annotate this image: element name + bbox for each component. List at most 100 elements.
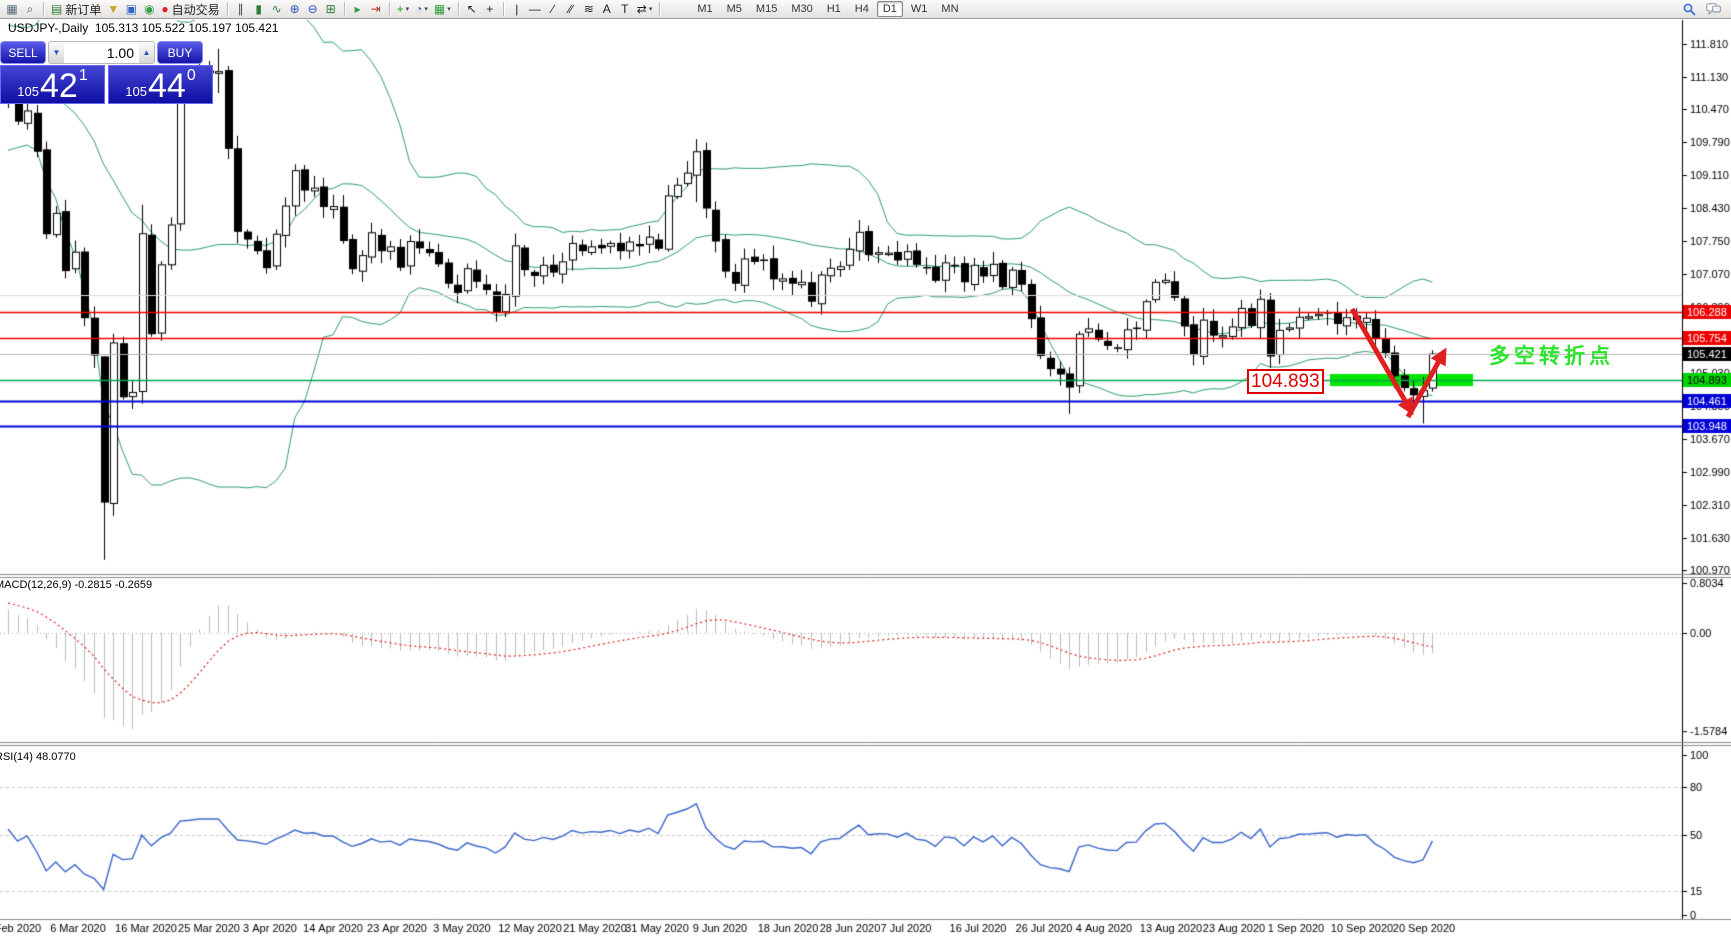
volume-input[interactable] [64, 42, 139, 63]
symbol-ohlc: 105.313 105.522 105.197 105.421 [94, 21, 279, 35]
auto-scroll-icon[interactable]: ▸ [349, 1, 367, 18]
text-icon: A [602, 2, 611, 16]
timeframe-d1[interactable]: D1 [876, 1, 903, 17]
toolbar-separator [343, 2, 345, 16]
symbol-header: USDJPY-,Daily 105.313 105.522 105.197 10… [8, 21, 278, 35]
toolbar-separator [226, 2, 228, 16]
zoom-in-icon: ⊕ [289, 2, 300, 16]
chevron-down-icon: ▾ [648, 6, 653, 13]
toolbar-items: ▦ ⌕ ▤ 新订单 ▼ ▣ ◉ ● 自动交易 ∥ ▮ ∿ ⊕ ⊖ ⊞ ▸ ⇥ + ▾ ◔ ▾ ▦ ▾ ↖ + | — ∕ ∕∕ ≋ A T ⇄ ▾ [3, 1, 664, 18]
cursor-icon: ↖ [466, 2, 477, 16]
signals-icon: ◉ [144, 2, 155, 16]
toolbar: ▦ ⌕ ▤ 新订单 ▼ ▣ ◉ ● 自动交易 ∥ ▮ ∿ ⊕ ⊖ ⊞ ▸ ⇥ + ▾ ◔ ▾ ▦ ▾ ↖ + | — ∕ ∕∕ ≋ A T ⇄ ▾… [0, 0, 1731, 19]
sell-price-pips: 42 [39, 67, 78, 106]
chat-icon[interactable] [1703, 1, 1724, 18]
buy-price-button[interactable]: 105 44 0 [108, 65, 213, 104]
support-zone-rect[interactable] [1330, 374, 1473, 386]
timeframe-w1[interactable]: W1 [905, 1, 934, 17]
chevron-down-icon: ▾ [405, 6, 410, 13]
timeframe-group: M1 M5 M15 M30 H1 H4 D1 W1 MN [690, 1, 965, 17]
templates-icon[interactable]: ▦ ▾ [431, 1, 454, 18]
tile-windows-icon[interactable]: ⊞ [322, 1, 340, 18]
vertical-line-icon[interactable]: | [508, 1, 526, 18]
periods-icon[interactable]: ◔ ▾ [412, 1, 431, 18]
toolbar-separator [659, 2, 661, 16]
crosshair-icon: + [486, 2, 494, 16]
sell-price-base: 105 [17, 84, 39, 99]
templates-icon: ▦ [433, 2, 446, 16]
timeframe-m5[interactable]: M5 [721, 1, 748, 17]
bar-chart-icon: ∥ [237, 2, 244, 16]
candlestick-chart-icon[interactable]: ▮ [250, 1, 268, 18]
buy-button[interactable]: BUY [157, 41, 203, 64]
horizontal-line-icon: — [528, 2, 541, 16]
timeframe-h4[interactable]: H4 [849, 1, 875, 17]
channel-icon[interactable]: ∕∕ [562, 1, 580, 18]
depth-of-market-icon: ▼ [107, 2, 120, 16]
buy-price-pips: 44 [147, 67, 186, 106]
fibonacci-icon[interactable]: ≋ [580, 1, 598, 18]
new-order-icon-label: 新订单 [65, 2, 102, 17]
indicators-icon[interactable]: + ▾ [394, 1, 413, 18]
label-icon[interactable]: T [616, 1, 634, 18]
toolbar-separator [43, 2, 44, 16]
fibonacci-icon: ≋ [583, 2, 594, 16]
vertical-line-icon: | [515, 2, 519, 16]
buy-price-base: 105 [125, 84, 147, 99]
macd-label: MACD(12,26,9) -0.2815 -0.2659 [0, 579, 153, 591]
volume-decrease-button[interactable]: ▼ [49, 42, 64, 63]
sell-button[interactable]: SELL [0, 41, 46, 64]
new-order-icon[interactable]: ▤ 新订单 [48, 1, 104, 18]
depth-of-market-icon[interactable]: ▼ [104, 1, 122, 18]
volume-increase-button[interactable]: ▲ [139, 42, 154, 63]
zoom-out-icon: ⊖ [307, 2, 318, 16]
turning-point-annotation[interactable]: 多空转折点 [1489, 340, 1614, 370]
timeframe-m1[interactable]: M1 [691, 1, 718, 17]
trendline-icon: ∕ [551, 2, 554, 16]
terminal-icon[interactable]: ▣ [122, 1, 140, 18]
toolbar-separator [457, 2, 459, 16]
label-icon: T [621, 2, 629, 16]
crosshair-icon[interactable]: + [481, 1, 499, 18]
autotrading-icon: ● [161, 2, 169, 16]
chart-shift-icon: ⇥ [370, 2, 381, 16]
autotrading-icon-label: 自动交易 [171, 2, 220, 17]
price-callout-box[interactable]: 104.893 [1247, 369, 1324, 394]
indicators-icon: + [396, 2, 404, 16]
chevron-down-icon: ▾ [447, 6, 451, 13]
toolbar-separator [388, 2, 390, 16]
chevron-down-icon: ▾ [424, 6, 428, 13]
horizontal-line-icon[interactable]: — [526, 1, 544, 18]
new-chart-icon[interactable]: ▦ [3, 1, 21, 18]
trendline-icon[interactable]: ∕ [544, 1, 562, 18]
volume-group: ▼ ▲ [48, 41, 155, 64]
chart-shift-icon[interactable]: ⇥ [367, 1, 385, 18]
zoom-in-icon[interactable]: ⊕ [286, 1, 304, 18]
line-chart-icon[interactable]: ∿ [268, 1, 286, 18]
tile-windows-icon: ⊞ [325, 2, 336, 16]
timeframe-m15[interactable]: M15 [750, 1, 783, 17]
zoom-out-icon[interactable]: ⊖ [304, 1, 322, 18]
toolbar-right [1680, 1, 1728, 18]
timeframe-mn[interactable]: MN [935, 1, 964, 17]
arrows-icon[interactable]: ⇄ ▾ [634, 1, 656, 18]
chart-canvas[interactable] [0, 0, 1731, 936]
timeframe-h1[interactable]: H1 [821, 1, 847, 17]
auto-scroll-icon: ▸ [354, 2, 361, 16]
sell-price-button[interactable]: 105 42 1 [0, 65, 105, 104]
cursor-icon[interactable]: ↖ [463, 1, 481, 18]
periods-icon: ◔ [415, 2, 423, 16]
channel-icon: ∕∕ [568, 2, 573, 16]
candlestick-chart-icon: ▮ [255, 2, 262, 16]
search-icon[interactable] [1680, 1, 1699, 18]
autotrading-icon[interactable]: ● 自动交易 [158, 1, 222, 18]
signals-icon[interactable]: ◉ [140, 1, 158, 18]
bar-chart-icon[interactable]: ∥ [232, 1, 250, 18]
terminal-icon: ▣ [125, 2, 138, 16]
timeframe-m30[interactable]: M30 [785, 1, 818, 17]
text-icon[interactable]: A [598, 1, 616, 18]
rsi-label: RSI(14) 48.0770 [0, 751, 76, 763]
profiles-icon[interactable]: ⌕ [21, 1, 39, 18]
line-chart-icon: ∿ [271, 2, 282, 16]
mt4-window: ▦ ⌕ ▤ 新订单 ▼ ▣ ◉ ● 自动交易 ∥ ▮ ∿ ⊕ ⊖ ⊞ ▸ ⇥ + ▾ ◔ ▾ ▦ ▾ ↖ + | — ∕ ∕∕ ≋ A T ⇄ ▾… [0, 0, 1731, 936]
